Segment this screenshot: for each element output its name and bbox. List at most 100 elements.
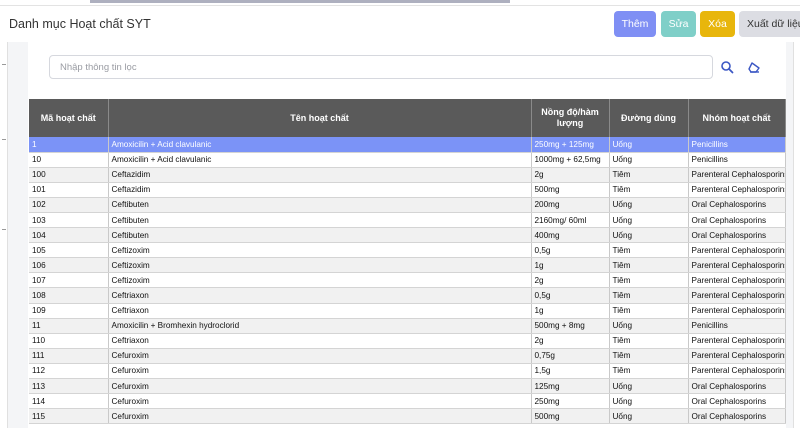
table-row[interactable]: 101 Ceftazidim 500mg Tiêm Parenteral Cephalo… [29,182,786,198]
table-row[interactable]: 10 Amoxicilin + Acid clavulanic 1000mg + 6… [29,152,786,168]
cell-strength: 250mg [531,393,610,410]
cell-route: Uống [609,197,689,213]
cell-code: 105 [29,242,109,259]
cell-code: 102 [29,197,109,213]
cell-group: Parenteral Cephalosporins [688,348,786,364]
cell-strength: 1000mg + 62,5mg [531,152,610,168]
table-row[interactable]: 110 Ceftriaxon 2g Tiêm Parenteral Cephalospo… [29,333,786,349]
cell-code: 113 [29,378,109,395]
cell-name: Cefuroxim [108,378,532,395]
top-strip-bar [90,0,510,3]
table-row[interactable]: 108 Ceftriaxon 0,5g Tiêm Parenteral Cephalos… [29,287,786,304]
cell-strength: 2g [531,167,610,183]
cell-route: Uống [609,393,689,410]
cell-route: Tiêm [609,167,689,183]
cell-group: Parenteral Cephalosporins [688,272,786,289]
cell-route: Uống [609,212,689,229]
search-icon[interactable] [720,60,734,74]
column-header-strength[interactable]: Nồng độ/hàm lượng [531,99,610,137]
table-row[interactable]: 1 Amoxicilin + Acid clavulanic 250mg + 125… [29,137,786,153]
cell-name: Cefuroxim [108,348,532,364]
export-button[interactable]: Xuất dữ liệu [739,11,800,37]
page-header: Danh mục Hoạt chất SYT Thêm Sửa Xóa Xuất… [0,6,800,42]
cell-code: 106 [29,257,109,274]
right-scrollbar[interactable] [793,42,800,428]
cell-route: Tiêm [609,257,689,274]
cell-group: Oral Cephalosporins [688,408,786,425]
cell-strength: 0,5g [531,287,610,304]
cell-group: Oral Cephalosporins [688,393,786,410]
cell-strength: 500mg + 8mg [531,318,610,334]
cell-code: 114 [29,393,109,410]
delete-button[interactable]: Xóa [700,11,735,37]
cell-name: Cefuroxim [108,408,532,425]
table-row[interactable]: 113 Cefuroxim 125mg Uống Oral Cephalosporins [29,378,786,395]
table-row[interactable]: 102 Ceftibuten 200mg Uống Oral Cephalosporin… [29,197,786,213]
cell-group: Oral Cephalosporins [688,212,786,229]
table-row[interactable]: 112 Cefuroxim 1,5g Tiêm Parenteral Cephalosp… [29,363,786,380]
cell-name: Ceftazidim [108,182,532,198]
cell-route: Uống [609,318,689,334]
cell-group: Parenteral Cephalosporins [688,363,786,380]
cell-name: Ceftriaxon [108,287,532,304]
cell-route: Uống [609,227,689,244]
cell-name: Cefuroxim [108,393,532,410]
table-body: 1 Amoxicilin + Acid clavulanic 250mg + 125… [29,137,786,425]
cell-code: 109 [29,303,109,319]
eraser-icon[interactable] [747,60,761,74]
cell-name: Ceftriaxon [108,303,532,319]
cell-strength: 200mg [531,197,610,213]
table-row[interactable]: 107 Ceftizoxim 2g Tiêm Parenteral Cephalospo… [29,272,786,289]
table-row[interactable]: 115 Cefuroxim 500mg Uống Oral Cephalosporins [29,408,786,425]
table-row[interactable]: 106 Ceftizoxim 1g Tiêm Parenteral Cephalospo… [29,257,786,274]
cell-code: 111 [29,348,109,364]
cell-strength: 500mg [531,182,610,198]
column-header-name[interactable]: Tên hoạt chất [108,99,532,137]
cell-group: Parenteral Cephalosporins [688,167,786,183]
cell-route: Tiêm [609,303,689,319]
table-row[interactable]: 105 Ceftizoxim 0,5g Tiêm Parenteral Cephalos… [29,242,786,259]
cell-name: Ceftibuten [108,227,532,244]
cell-name: Ceftazidim [108,167,532,183]
cell-code: 100 [29,167,109,183]
search-input[interactable] [49,55,713,79]
cell-code: 1 [29,137,109,153]
cell-route: Tiêm [609,348,689,364]
cell-group: Parenteral Cephalosporins [688,333,786,349]
cell-name: Ceftibuten [108,212,532,229]
cell-code: 107 [29,272,109,289]
table-row[interactable]: 100 Ceftazidim 2g Tiêm Parenteral Cephalospo… [29,167,786,183]
cell-route: Tiêm [609,182,689,198]
cell-strength: 2g [531,333,610,349]
table-row[interactable]: 111 Cefuroxim 0,75g Tiêm Parenteral Cephalos… [29,348,786,364]
column-header-group[interactable]: Nhóm hoạt chất [688,99,786,137]
cell-strength: 0,5g [531,242,610,259]
cell-strength: 500mg [531,408,610,425]
cell-code: 110 [29,333,109,349]
column-header-code[interactable]: Mã hoạt chất [29,99,109,137]
cell-group: Penicillins [688,137,786,153]
table-row[interactable]: 11 Amoxicilin + Bromhexin hydroclorid 500m… [29,318,786,334]
cell-strength: 2g [531,272,610,289]
table-row[interactable]: 104 Ceftibuten 400mg Uống Oral Cephalosporin… [29,227,786,244]
add-button[interactable]: Thêm [614,11,656,37]
cell-name: Ceftibuten [108,197,532,213]
cell-name: Amoxicilin + Acid clavulanic [108,137,532,153]
cell-code: 11 [29,318,109,334]
cell-group: Penicillins [688,152,786,168]
table-row[interactable]: 103 Ceftibuten 2160mg/ 60ml Uống Oral Cephal… [29,212,786,229]
cell-route: Tiêm [609,272,689,289]
cell-route: Uống [609,152,689,168]
cell-name: Ceftriaxon [108,333,532,349]
cell-code: 112 [29,363,109,380]
cell-group: Oral Cephalosporins [688,227,786,244]
table-row[interactable]: 114 Cefuroxim 250mg Uống Oral Cephalosporins [29,393,786,410]
cell-code: 101 [29,182,109,198]
edit-button[interactable]: Sửa [661,11,696,37]
cell-code: 115 [29,408,109,425]
table-row[interactable]: 109 Ceftriaxon 1g Tiêm Parenteral Cephalospo… [29,303,786,319]
column-header-route[interactable]: Đường dùng [609,99,689,137]
cell-code: 103 [29,212,109,229]
cell-group: Parenteral Cephalosporins [688,287,786,304]
cell-group: Parenteral Cephalosporins [688,303,786,319]
